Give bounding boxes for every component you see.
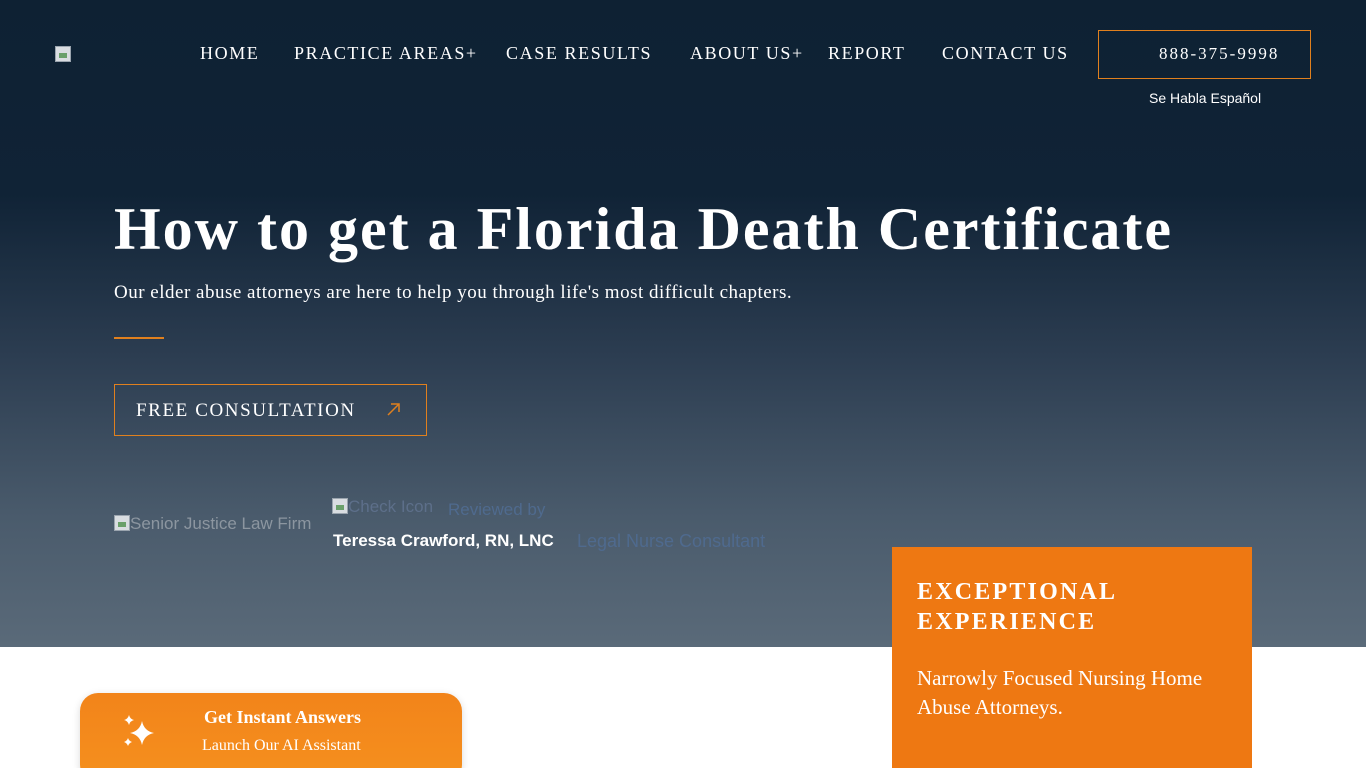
phone-button[interactable]: 888-375-9998	[1098, 30, 1311, 79]
experience-card: EXCEPTIONAL EXPERIENCE Narrowly Focused …	[892, 547, 1252, 768]
check-image: Check Icon	[332, 497, 433, 517]
sparkles-icon	[124, 715, 154, 746]
broken-image-icon	[114, 515, 130, 531]
firm-badge-alt: Senior Justice Law Firm	[130, 514, 312, 533]
reviewer-role: Legal Nurse Consultant	[577, 531, 766, 551]
nav-practice-areas[interactable]: PRACTICE AREAS+	[294, 43, 478, 64]
arrow-up-right-icon	[387, 403, 400, 416]
experience-title: EXCEPTIONAL EXPERIENCE	[917, 579, 1116, 635]
nav-home[interactable]: HOME	[200, 43, 259, 64]
reviewer-name[interactable]: Teressa Crawford, RN, LNC	[333, 531, 554, 551]
nav-about-us[interactable]: ABOUT US+	[690, 43, 804, 64]
ai-assistant-button[interactable]: Get Instant Answers Launch Our AI Assist…	[80, 693, 462, 768]
free-consultation-label: FREE CONSULTATION	[136, 400, 356, 421]
firm-badge-image: Senior Justice Law Firm	[114, 514, 311, 534]
firm-logo[interactable]	[55, 46, 71, 62]
phone-number: 888-375-9998	[1159, 44, 1280, 63]
ai-widget-subtitle: Launch Our AI Assistant	[202, 737, 361, 754]
nav-case-results[interactable]: CASE RESULTS	[506, 43, 652, 64]
page-subtitle: Our elder abuse attorneys are here to he…	[114, 282, 793, 303]
nav-contact-us[interactable]: CONTACT US	[942, 43, 1069, 64]
page-title: How to get a Florida Death Certificate	[114, 196, 1174, 262]
ai-widget-title: Get Instant Answers	[204, 707, 362, 727]
check-icon-alt: Check Icon	[348, 497, 434, 516]
spanish-note: Se Habla Español	[1149, 90, 1262, 106]
free-consultation-button[interactable]: FREE CONSULTATION	[114, 384, 427, 436]
experience-text: Narrowly Focused Nursing Home Abuse Atto…	[917, 666, 1203, 719]
nav-report[interactable]: REPORT	[828, 43, 906, 64]
broken-image-icon	[332, 498, 348, 514]
reviewed-by-label: Reviewed by	[448, 500, 546, 519]
accent-divider	[114, 337, 164, 339]
